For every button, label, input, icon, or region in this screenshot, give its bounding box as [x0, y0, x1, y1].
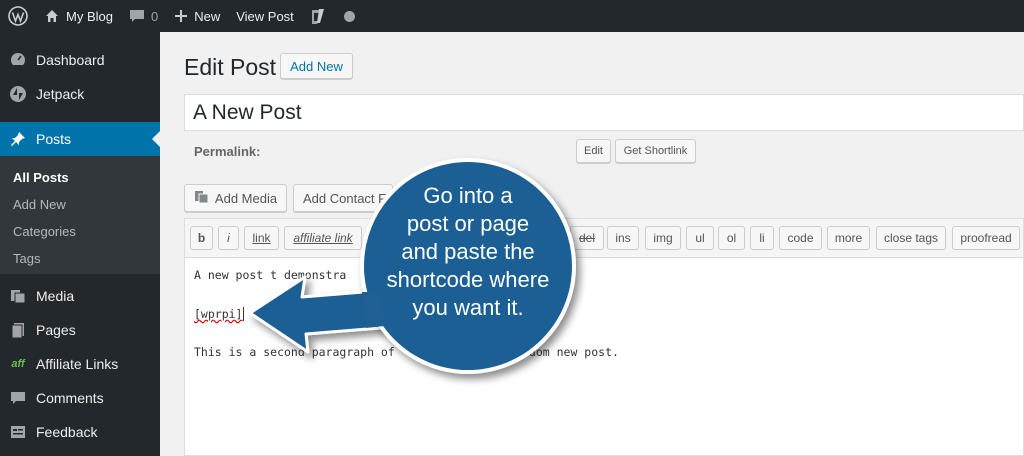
pushpin-icon — [0, 130, 36, 148]
sidebar-item-feedback[interactable]: Feedback — [0, 415, 160, 449]
callout-text: Go into a post or page and paste the sho… — [372, 182, 564, 322]
dashboard-icon — [0, 51, 36, 69]
qt-ul-button[interactable]: ul — [686, 226, 714, 250]
add-new-button[interactable]: Add New — [280, 53, 353, 79]
qt-more-button[interactable]: more — [827, 226, 870, 250]
sidebar-item-label: Jetpack — [36, 86, 85, 102]
edit-permalink-button[interactable]: Edit — [576, 139, 611, 163]
submenu-all-posts[interactable]: All Posts — [13, 170, 69, 185]
page-title: Edit Post — [184, 54, 277, 80]
admin-bar: My Blog 0 New View Post — [0, 0, 1024, 32]
sidebar-item-label: Comments — [36, 390, 104, 406]
submenu-categories[interactable]: Categories — [13, 224, 76, 239]
sidebar-item-label: Dashboard — [36, 52, 105, 68]
qt-ins-button[interactable]: ins — [607, 226, 639, 250]
sidebar-item-label: Feedback — [36, 424, 98, 440]
media-icon — [194, 189, 210, 208]
qt-li-button[interactable]: li — [750, 226, 774, 250]
sidebar-item-label: Posts — [36, 131, 72, 147]
new-content-link[interactable]: New — [166, 0, 228, 32]
site-name-label: My Blog — [66, 8, 113, 24]
qt-link-button[interactable]: link — [244, 226, 279, 250]
pages-icon — [0, 321, 36, 339]
editor-shortcode: [wprpi] — [194, 307, 245, 321]
seo-status-dot-icon — [334, 0, 363, 32]
qt-italic-button[interactable]: i — [218, 226, 239, 250]
post-title-input[interactable]: A New Post — [184, 94, 1024, 131]
yoast-icon[interactable] — [302, 0, 334, 32]
comments-link[interactable]: 0 — [121, 0, 166, 32]
permalink-label: Permalink: — [194, 144, 261, 159]
editor-line-3: This is a second paragraph of — [194, 345, 395, 359]
qt-bold-button[interactable]: b — [190, 226, 213, 250]
editor-line-3-tail: ndom new post. — [522, 345, 619, 359]
callout-line: Go into a — [423, 183, 513, 208]
comment-bubble-icon — [129, 8, 145, 24]
add-media-button[interactable]: Add Media — [184, 184, 287, 212]
qt-code-button[interactable]: code — [779, 226, 822, 250]
sidebar-item-posts[interactable]: Posts — [0, 122, 160, 156]
callout-line: shortcode where — [386, 267, 550, 292]
home-icon — [44, 8, 60, 24]
qt-proofread-button[interactable]: proofread — [952, 226, 1020, 250]
sidebar-item-label: Media — [36, 288, 75, 304]
new-label: New — [194, 8, 221, 24]
media-icon — [0, 287, 36, 305]
site-name-link[interactable]: My Blog — [36, 0, 121, 32]
jetpack-icon — [0, 85, 36, 103]
submenu-add-new[interactable]: Add New — [13, 197, 66, 212]
qt-del-button[interactable]: del — [570, 226, 604, 250]
feedback-icon — [0, 423, 36, 441]
sidebar-item-jetpack[interactable]: Jetpack — [0, 77, 160, 111]
callout-line: and paste the — [401, 239, 535, 264]
qt-close-tags-button[interactable]: close tags — [876, 226, 946, 250]
qt-ol-button[interactable]: ol — [718, 226, 745, 250]
sidebar-item-comments[interactable]: Comments — [0, 381, 160, 415]
add-media-label: Add Media — [214, 190, 278, 206]
wordpress-logo-icon[interactable] — [0, 0, 36, 32]
posts-submenu: All Posts Add New Categories Tags — [0, 156, 160, 274]
view-post-link[interactable]: View Post — [228, 0, 302, 32]
comments-icon — [0, 389, 36, 407]
sidebar-item-pages[interactable]: Pages — [0, 313, 160, 347]
callout-line: you want it. — [412, 295, 524, 320]
callout-line: post or page — [406, 211, 530, 236]
sidebar-item-affiliate-links[interactable]: aff Affiliate Links — [0, 347, 160, 381]
aff-icon: aff — [11, 358, 25, 370]
sidebar-item-label: Pages — [36, 322, 76, 338]
admin-sidebar: Dashboard Jetpack Posts All Posts Add Ne… — [0, 32, 160, 456]
view-post-label: View Post — [236, 8, 294, 24]
qt-affiliate-link-button[interactable]: affiliate link — [284, 226, 362, 250]
submenu-tags[interactable]: Tags — [13, 251, 40, 266]
sidebar-item-label: Affiliate Links — [36, 356, 119, 372]
get-shortlink-button[interactable]: Get Shortlink — [615, 139, 696, 163]
sidebar-item-dashboard[interactable]: Dashboard — [0, 43, 160, 77]
sidebar-item-media[interactable]: Media — [0, 279, 160, 313]
plus-icon — [174, 9, 188, 23]
editor-line-1: A new post t demonstra — [194, 268, 347, 282]
comments-count: 0 — [150, 8, 159, 24]
qt-img-button[interactable]: img — [645, 226, 681, 250]
